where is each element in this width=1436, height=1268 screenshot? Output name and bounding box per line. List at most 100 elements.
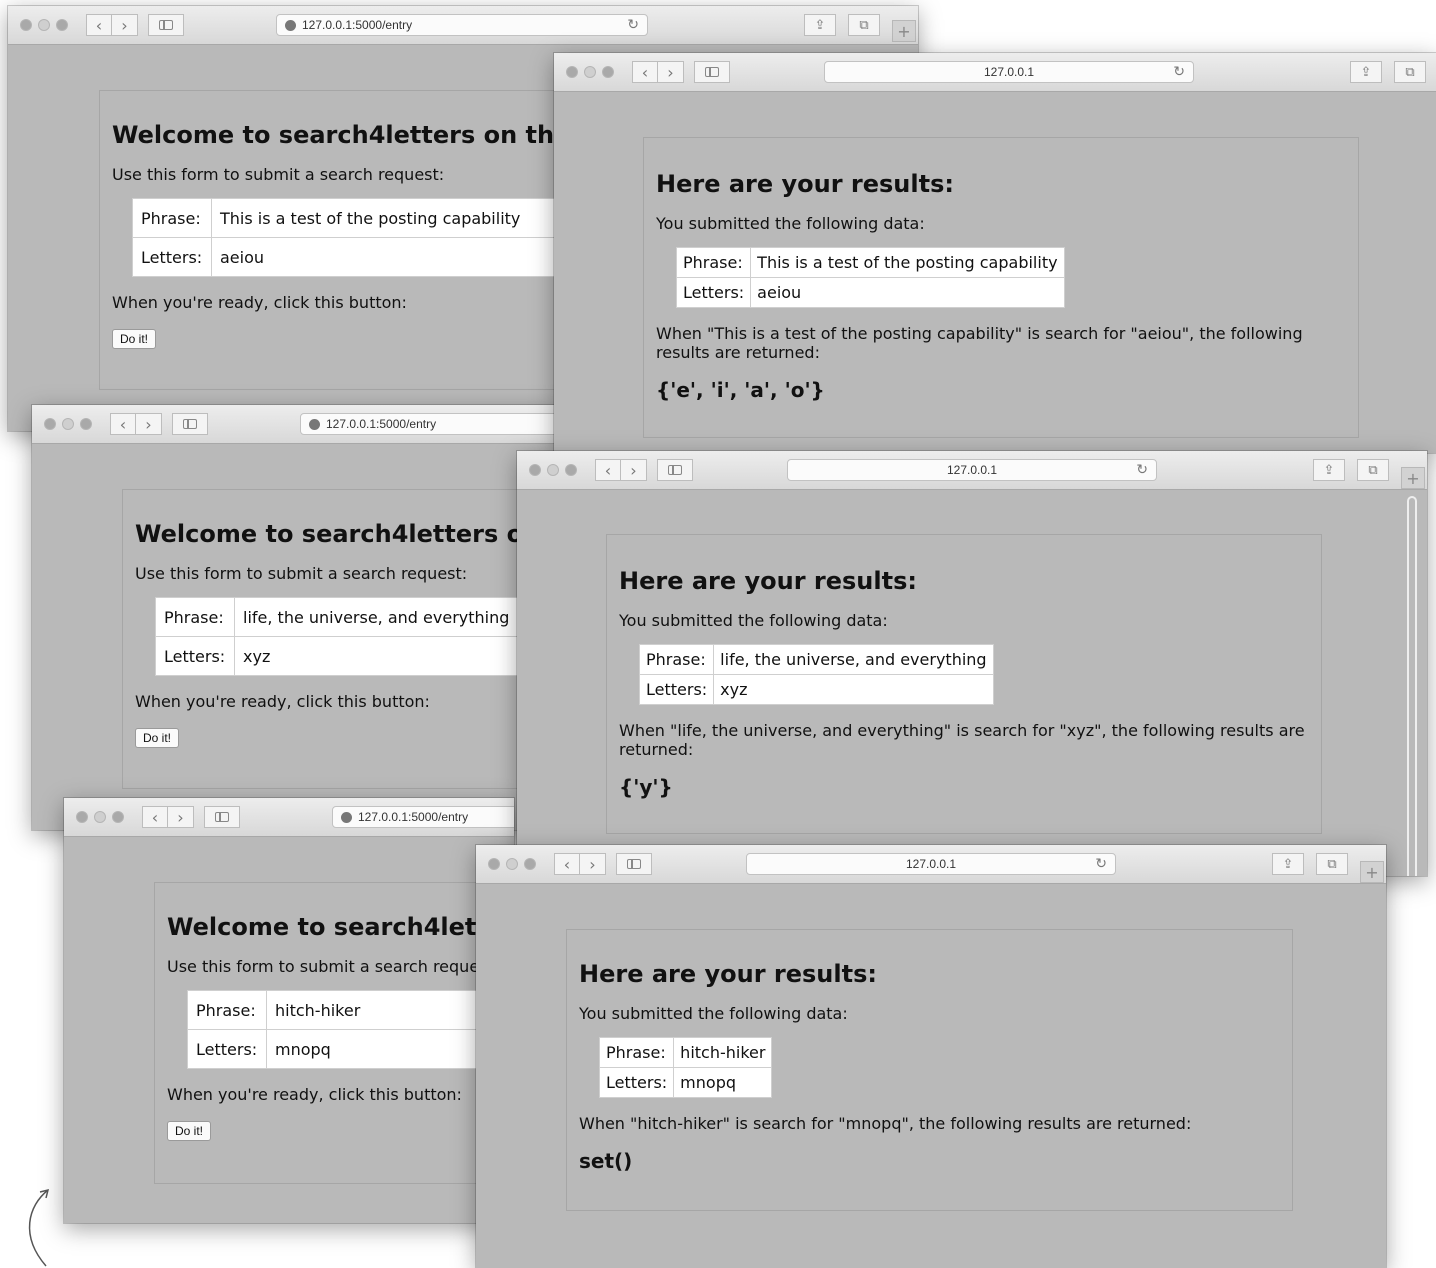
close-icon[interactable] bbox=[566, 66, 578, 78]
phrase-label: Phrase: bbox=[638, 644, 715, 675]
globe-icon bbox=[309, 418, 320, 430]
back-button[interactable]: ‹ bbox=[110, 413, 136, 435]
letters-value: aeiou bbox=[750, 277, 1065, 308]
address-bar[interactable]: 127.0.0.1 ↻ bbox=[746, 853, 1116, 875]
window-controls[interactable] bbox=[76, 811, 124, 823]
zoom-icon[interactable] bbox=[524, 858, 536, 870]
reload-icon[interactable]: ↻ bbox=[1136, 461, 1148, 478]
phrase-label: Phrase: bbox=[675, 247, 752, 278]
search-form-table: Phrase: life, the universe, and everythi… bbox=[155, 597, 562, 676]
result-set: set() bbox=[579, 1149, 633, 1173]
tabs-button[interactable]: ⧉ bbox=[1357, 459, 1389, 481]
intro-text: Use this form to submit a search request… bbox=[167, 957, 500, 976]
sidebar-button[interactable] bbox=[694, 61, 730, 83]
window-controls[interactable] bbox=[488, 858, 536, 870]
ready-text: When you're ready, click this button: bbox=[135, 692, 430, 711]
address-text: 127.0.0.1 bbox=[905, 857, 957, 871]
page-title: Welcome to search4letters on the web! bbox=[135, 520, 562, 548]
letters-value: xyz bbox=[713, 674, 994, 705]
zoom-icon[interactable] bbox=[565, 464, 577, 476]
result-message: When "hitch-hiker" is search for "mnopq"… bbox=[579, 1114, 1192, 1133]
back-button[interactable]: ‹ bbox=[554, 853, 580, 875]
window-controls[interactable] bbox=[529, 464, 577, 476]
results-window-3: ‹ › 127.0.0.1 ↻ ⇪ ⧉ + Here are your resu… bbox=[476, 845, 1386, 1268]
minimize-icon[interactable] bbox=[506, 858, 518, 870]
ready-text: When you're ready, click this button: bbox=[167, 1085, 462, 1104]
do-it-button[interactable]: Do it! bbox=[112, 329, 157, 349]
submitted-data-table: Phrase: life, the universe, and everythi… bbox=[638, 644, 994, 705]
minimize-icon[interactable] bbox=[584, 66, 596, 78]
share-button[interactable]: ⇪ bbox=[1313, 459, 1345, 481]
address-bar[interactable]: 127.0.0.1:5000/entry ↻ bbox=[276, 14, 648, 36]
do-it-button[interactable]: Do it! bbox=[167, 1121, 212, 1141]
tabs-button[interactable]: ⧉ bbox=[848, 14, 880, 36]
letters-input[interactable]: aeiou bbox=[211, 237, 609, 277]
browser-toolbar: ‹ › 127.0.0.1 ↻ ⇪ ⧉ + bbox=[476, 845, 1386, 884]
close-icon[interactable] bbox=[76, 811, 88, 823]
forward-button[interactable]: › bbox=[112, 14, 138, 36]
sidebar-button[interactable] bbox=[172, 413, 208, 435]
close-icon[interactable] bbox=[488, 858, 500, 870]
new-tab-button[interactable]: + bbox=[892, 20, 916, 42]
address-bar[interactable]: 127.0.0.1 ↻ bbox=[787, 459, 1157, 481]
phrase-input[interactable]: This is a test of the posting capability bbox=[211, 198, 609, 238]
sidebar-icon bbox=[215, 812, 229, 822]
reload-icon[interactable]: ↻ bbox=[1173, 63, 1185, 80]
close-icon[interactable] bbox=[44, 418, 56, 430]
submitted-text: You submitted the following data: bbox=[579, 1004, 848, 1023]
scrollbar[interactable] bbox=[1407, 496, 1417, 876]
address-bar[interactable]: 127.0.0.1:5000/entry bbox=[300, 413, 562, 435]
reload-icon[interactable]: ↻ bbox=[627, 16, 639, 33]
address-bar[interactable]: 127.0.0.1:5000/entry bbox=[332, 806, 514, 828]
share-button[interactable]: ⇪ bbox=[804, 14, 836, 36]
entry-window-2: ‹ › 127.0.0.1:5000/entry Welcome to sear… bbox=[32, 405, 562, 830]
address-bar[interactable]: 127.0.0.1 ↻ bbox=[824, 61, 1194, 83]
search-form-table: Phrase: This is a test of the posting ca… bbox=[132, 198, 609, 277]
globe-icon bbox=[285, 19, 296, 31]
sidebar-icon bbox=[627, 859, 641, 869]
close-icon[interactable] bbox=[529, 464, 541, 476]
forward-button[interactable]: › bbox=[658, 61, 684, 83]
back-button[interactable]: ‹ bbox=[632, 61, 658, 83]
tabs-button[interactable]: ⧉ bbox=[1394, 61, 1426, 83]
minimize-icon[interactable] bbox=[38, 19, 50, 31]
window-controls[interactable] bbox=[44, 418, 92, 430]
zoom-icon[interactable] bbox=[56, 19, 68, 31]
share-button[interactable]: ⇪ bbox=[1350, 61, 1382, 83]
share-button[interactable]: ⇪ bbox=[1272, 853, 1304, 875]
tabs-button[interactable]: ⧉ bbox=[1316, 853, 1348, 875]
reload-icon[interactable]: ↻ bbox=[1095, 855, 1107, 872]
submitted-text: You submitted the following data: bbox=[656, 214, 925, 233]
minimize-icon[interactable] bbox=[62, 418, 74, 430]
sidebar-button[interactable] bbox=[204, 806, 240, 828]
back-button[interactable]: ‹ bbox=[86, 14, 112, 36]
phrase-input[interactable]: life, the universe, and everything bbox=[234, 597, 562, 637]
minimize-icon[interactable] bbox=[94, 811, 106, 823]
back-button[interactable]: ‹ bbox=[142, 806, 168, 828]
window-controls[interactable] bbox=[20, 19, 68, 31]
zoom-icon[interactable] bbox=[112, 811, 124, 823]
entry-window-3: ‹ › 127.0.0.1:5000/entry Welcome to sear… bbox=[64, 798, 514, 1223]
sidebar-button[interactable] bbox=[616, 853, 652, 875]
minimize-icon[interactable] bbox=[547, 464, 559, 476]
sidebar-button[interactable] bbox=[657, 459, 693, 481]
forward-button[interactable]: › bbox=[580, 853, 606, 875]
zoom-icon[interactable] bbox=[80, 418, 92, 430]
new-tab-button[interactable]: + bbox=[1401, 467, 1425, 489]
new-tab-button[interactable]: + bbox=[1360, 861, 1384, 883]
page-title: Welcome to search4letters on the web! bbox=[167, 913, 514, 941]
back-button[interactable]: ‹ bbox=[595, 459, 621, 481]
zoom-icon[interactable] bbox=[602, 66, 614, 78]
globe-icon bbox=[341, 811, 352, 823]
close-icon[interactable] bbox=[20, 19, 32, 31]
forward-button[interactable]: › bbox=[168, 806, 194, 828]
do-it-button[interactable]: Do it! bbox=[135, 728, 180, 748]
letters-input[interactable]: xyz bbox=[234, 636, 562, 676]
window-controls[interactable] bbox=[566, 66, 614, 78]
forward-button[interactable]: › bbox=[621, 459, 647, 481]
forward-button[interactable]: › bbox=[136, 413, 162, 435]
entry-form-panel: Welcome to search4letters on the web! Us… bbox=[122, 489, 562, 789]
browser-toolbar: ‹ › 127.0.0.1:5000/entry bbox=[32, 405, 562, 444]
sidebar-button[interactable] bbox=[148, 14, 184, 36]
result-message: When "life, the universe, and everything… bbox=[619, 721, 1305, 759]
